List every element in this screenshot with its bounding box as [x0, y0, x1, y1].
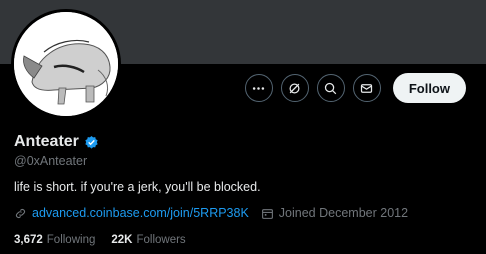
following-label: Following [46, 234, 96, 246]
followers-count: 22K [111, 234, 133, 246]
calendar-icon [261, 207, 274, 220]
follow-button[interactable]: Follow [392, 73, 466, 103]
message-icon [361, 83, 373, 93]
profile-link[interactable]: advanced.coinbase.com/join/5RRP38K [32, 206, 249, 220]
profile-handle: @0xAnteater [14, 154, 88, 168]
more-button[interactable] [244, 74, 273, 102]
grok-icon [289, 83, 300, 93]
joined-date: Joined December 2012 [278, 206, 409, 220]
grok-button[interactable] [280, 74, 309, 102]
message-button[interactable] [352, 74, 381, 102]
display-name: Anteater [14, 133, 79, 150]
more-icon [253, 86, 265, 90]
followers-link[interactable]: 22K Followers [111, 234, 185, 246]
avatar[interactable] [11, 9, 121, 119]
link-icon [14, 207, 27, 220]
profile-meta: advanced.coinbase.com/join/5RRP38K Joine… [14, 206, 408, 220]
search-button[interactable] [316, 74, 345, 102]
following-count: 3,672 [14, 234, 43, 246]
profile-actions: Follow [244, 73, 466, 103]
search-icon [325, 82, 337, 94]
following-link[interactable]: 3,672 Following [14, 234, 95, 246]
profile-name-row: Anteater [14, 133, 99, 151]
verified-badge-icon[interactable] [84, 135, 99, 150]
followers-label: Followers [136, 234, 186, 246]
profile-bio: life is short. if you're a jerk, you'll … [14, 180, 261, 194]
profile-stats: 3,672 Following 22K Followers [14, 234, 186, 246]
avatar-image [14, 12, 118, 116]
